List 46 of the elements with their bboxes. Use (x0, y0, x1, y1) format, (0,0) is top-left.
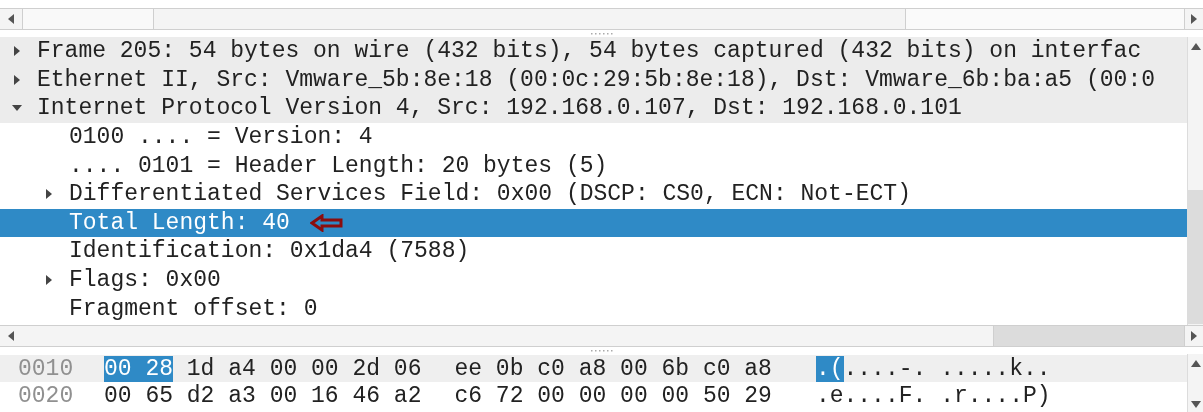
tree-row[interactable]: Differentiated Services Field: 0x00 (DSCP: CS0, ECN: Not-ECT) (0, 179, 1187, 209)
tree-row[interactable]: .... 0101 = Header Length: 20 bytes (5) (0, 151, 1187, 180)
scroll-up-icon[interactable] (1190, 360, 1201, 367)
expand-arrow-icon[interactable] (12, 45, 22, 58)
tree-row-label: 0100 .... = Version: 4 (69, 124, 373, 151)
scroll-right-icon[interactable] (1191, 331, 1197, 341)
left-arrow-icon (309, 213, 344, 232)
ascii-bytes[interactable]: .e....F. .r....P) (815, 382, 1051, 409)
splitter-grip-icon[interactable] (590, 349, 613, 352)
hex-bytes[interactable]: 1d a4 00 00 2d 06 (186, 355, 422, 382)
horizontal-scrollbar[interactable] (0, 325, 1203, 347)
tree-row-label: Internet Protocol Version 4, Src: 192.168.0.107, Dst: 192.168.0.101 (37, 95, 962, 122)
tree-row[interactable]: 0100 .... = Version: 4 (0, 122, 1187, 152)
hex-bytes[interactable]: 00 65 d2 a3 00 16 46 a2 (104, 382, 422, 409)
tree-row[interactable]: Internet Protocol Version 4, Src: 192.168.0.107, Dst: 192.168.0.101 (0, 94, 1187, 123)
tree-row-label: .... 0101 = Header Length: 20 bytes (5) (69, 152, 608, 179)
tree-row-label: Identification: 0x1da4 (7588) (69, 238, 470, 265)
tree-row[interactable]: Flags: 0x00 (0, 265, 1187, 295)
tree-row[interactable]: Total Length: 40 (0, 208, 1187, 238)
hex-offset: 0020 (17, 382, 75, 409)
scroll-left-icon[interactable] (8, 14, 14, 24)
vertical-scrollbar[interactable] (1187, 354, 1203, 412)
expand-arrow-icon[interactable] (44, 274, 54, 287)
tree-row-label: Flags: 0x00 (69, 267, 221, 294)
hex-offset: 0010 (17, 355, 75, 382)
hex-bytes[interactable]: 00 28 (104, 355, 173, 382)
tree-row-label: Differentiated Services Field: 0x00 (DSCP: CS0, ECN: Not-ECT) (69, 181, 911, 208)
horizontal-scrollbar[interactable] (0, 8, 1203, 30)
hex-bytes[interactable]: c6 72 00 00 00 00 50 29 (454, 382, 772, 409)
tree-row[interactable]: Identification: 0x1da4 (7588) (0, 237, 1187, 266)
tree-row-label: Fragment offset: 0 (69, 295, 318, 322)
vertical-scrollbar[interactable] (1187, 37, 1203, 325)
expand-arrow-icon[interactable] (44, 188, 54, 201)
scroll-up-icon[interactable] (1190, 43, 1201, 50)
scroll-right-icon[interactable] (1191, 14, 1197, 24)
expand-arrow-icon[interactable] (12, 73, 22, 86)
tree-row-label: Total Length: 40 (69, 209, 290, 236)
hex-bytes[interactable]: ee 0b c0 a8 00 6b c0 a8 (454, 355, 772, 382)
splitter-grip-icon[interactable] (590, 32, 613, 35)
scroll-left-icon[interactable] (8, 331, 14, 341)
scroll-down-icon[interactable] (1190, 401, 1201, 408)
tree-row-label: Ethernet II, Src: Vmware_5b:8e:18 (00:0c:29:5b:8e:18), Dst: Vmware_6b:ba:a5 (00:0 (37, 66, 1155, 93)
ascii-bytes[interactable]: .( (815, 355, 844, 382)
tree-row[interactable]: Ethernet II, Src: Vmware_5b:8e:18 (00:0c:29:5b:8e:18), Dst: Vmware_6b:ba:a5 (00:0 (0, 65, 1187, 95)
ascii-bytes[interactable]: ....-. .....k.. (843, 355, 1051, 382)
tree-row[interactable]: Fragment offset: 0 (0, 294, 1187, 323)
